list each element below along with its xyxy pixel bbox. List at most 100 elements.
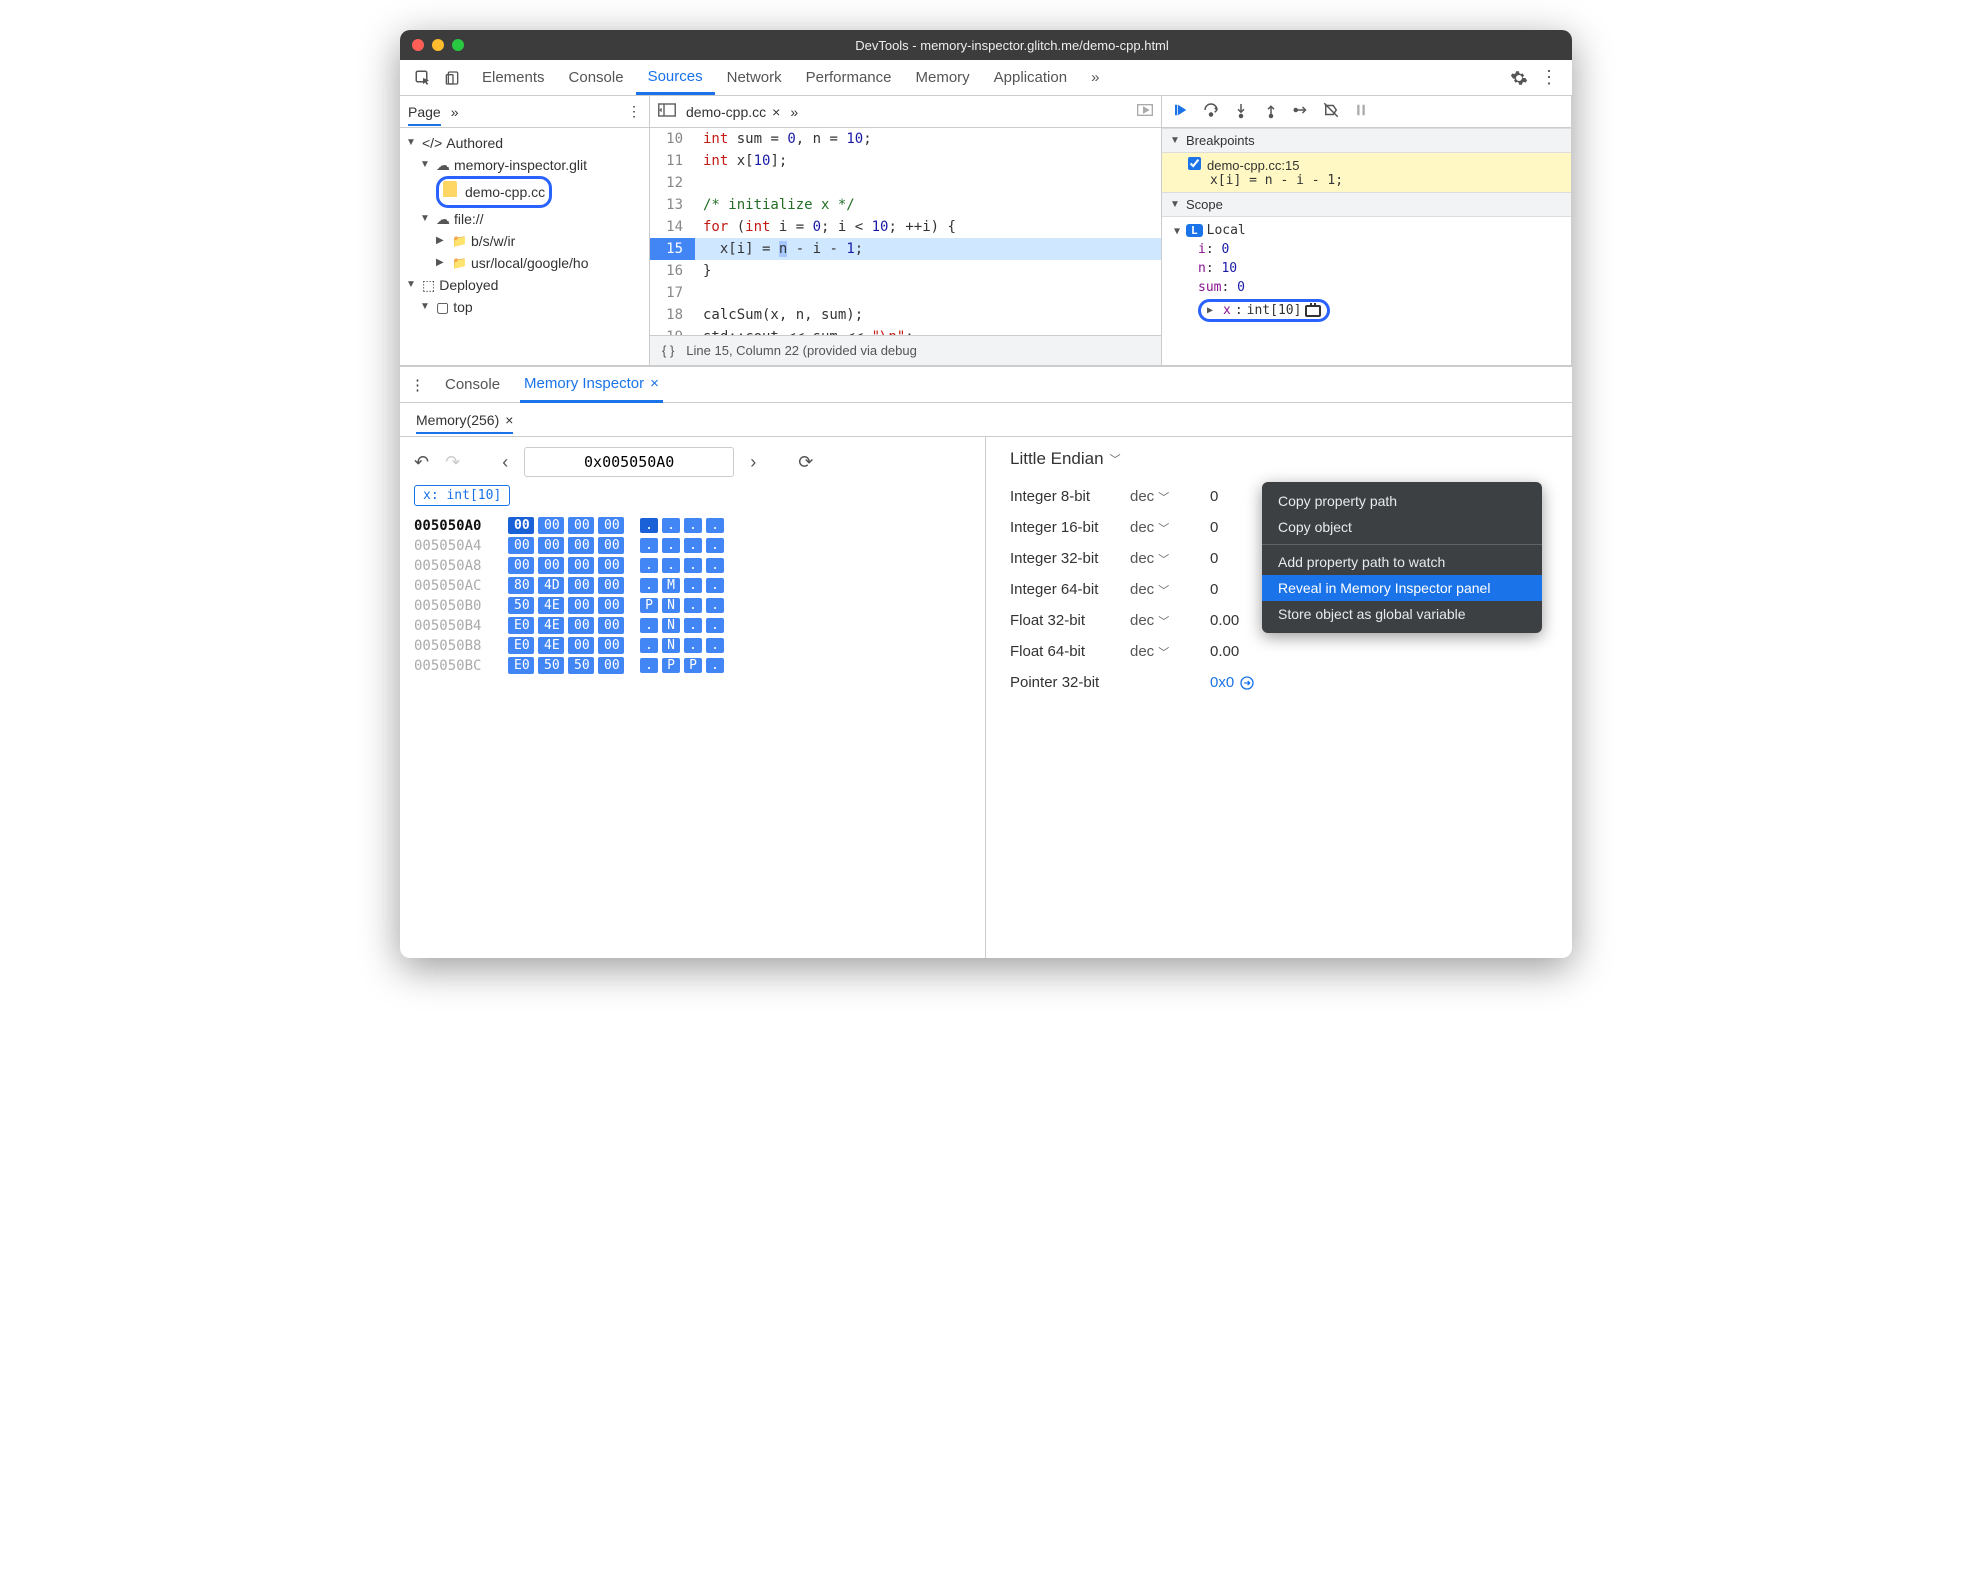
hex-byte[interactable]: 00	[508, 537, 534, 554]
tree-host[interactable]: ▼☁ memory-inspector.glit	[402, 154, 647, 176]
repr-mode-select[interactable]: dec ﹀	[1130, 488, 1210, 505]
repr-mode-select[interactable]: dec ﹀	[1130, 550, 1210, 567]
line-number[interactable]: 18	[650, 304, 695, 326]
hex-address[interactable]: 005050B4	[414, 618, 498, 634]
undo-icon[interactable]: ↶	[414, 452, 429, 473]
hex-byte[interactable]: 00	[508, 557, 534, 574]
hex-byte[interactable]: 00	[538, 557, 564, 574]
hex-byte[interactable]: 00	[598, 537, 624, 554]
hex-byte[interactable]: 00	[568, 577, 594, 594]
line-number[interactable]: 13	[650, 194, 695, 216]
code-line[interactable]: int x[10];	[695, 150, 1161, 172]
minimize-icon[interactable]	[432, 39, 444, 51]
tab-memory[interactable]: Memory	[904, 60, 982, 95]
nav-back-icon[interactable]	[658, 103, 676, 120]
code-line[interactable]: calcSum(x, n, sum);	[695, 304, 1161, 326]
hex-address[interactable]: 005050A0	[414, 518, 498, 534]
code-line[interactable]: }	[695, 260, 1161, 282]
next-page-icon[interactable]: ›	[750, 452, 756, 473]
tab-application[interactable]: Application	[982, 60, 1079, 95]
code-line[interactable]	[695, 282, 1161, 304]
hex-byte[interactable]: 4D	[538, 577, 564, 594]
console-tab[interactable]: Console	[441, 367, 504, 402]
kebab-icon[interactable]: ⋮	[1536, 65, 1562, 91]
repr-mode-select[interactable]: dec ﹀	[1130, 519, 1210, 536]
close-icon[interactable]	[412, 39, 424, 51]
hex-byte[interactable]: 00	[598, 557, 624, 574]
hex-address[interactable]: 005050AC	[414, 578, 498, 594]
tree-authored[interactable]: ▼</> Authored	[402, 132, 647, 154]
maximize-icon[interactable]	[452, 39, 464, 51]
pause-exceptions-icon[interactable]	[1352, 101, 1370, 122]
tab-performance[interactable]: Performance	[794, 60, 904, 95]
hex-byte[interactable]: 00	[598, 597, 624, 614]
tree-dir1[interactable]: ▶📁 b/s/w/ir	[402, 230, 647, 252]
context-menu-item[interactable]: Copy property path	[1262, 488, 1542, 514]
redo-icon[interactable]: ↷	[445, 452, 460, 473]
hex-byte[interactable]: 00	[598, 517, 624, 534]
hex-byte[interactable]: 00	[538, 517, 564, 534]
scope-var[interactable]: n: 10	[1162, 259, 1571, 278]
step-icon[interactable]	[1292, 101, 1310, 122]
hex-viewer[interactable]: 005050A000000000....005050A400000000....…	[414, 514, 971, 677]
hex-byte[interactable]: 50	[568, 657, 594, 674]
hex-byte[interactable]: 4E	[538, 637, 564, 654]
hex-byte[interactable]: 00	[568, 557, 594, 574]
breakpoint-item[interactable]: demo-cpp.cc:15 x[i] = n - i - 1;	[1162, 153, 1571, 192]
hex-address[interactable]: 005050A4	[414, 538, 498, 554]
hex-byte[interactable]: 00	[568, 597, 594, 614]
tab-sources[interactable]: Sources	[636, 60, 715, 95]
code-line[interactable]: std::cout << sum << "\n";	[695, 326, 1161, 335]
repr-mode-select[interactable]: dec ﹀	[1130, 612, 1210, 629]
hex-byte[interactable]: 50	[508, 597, 534, 614]
inspect-icon[interactable]	[410, 65, 436, 91]
line-number[interactable]: 16	[650, 260, 695, 282]
line-number[interactable]: 15	[650, 238, 695, 260]
tree-fileproto[interactable]: ▼☁ file://	[402, 208, 647, 230]
address-input[interactable]	[524, 447, 734, 477]
code-line[interactable]: /* initialize x */	[695, 194, 1161, 216]
hex-byte[interactable]: 00	[568, 537, 594, 554]
line-number[interactable]: 19	[650, 326, 695, 335]
hex-byte[interactable]: 00	[538, 537, 564, 554]
tree-dir2[interactable]: ▶📁 usr/local/google/ho	[402, 252, 647, 274]
scope-var[interactable]: i: 0	[1162, 240, 1571, 259]
step-into-icon[interactable]	[1232, 101, 1250, 122]
hex-byte[interactable]: 4E	[538, 597, 564, 614]
code-line[interactable]: x[i] = n - i - 1;	[695, 238, 1161, 260]
tab-elements[interactable]: Elements	[470, 60, 557, 95]
scope-var-x[interactable]: ▶x: int[10]	[1162, 297, 1571, 324]
tab-network[interactable]: Network	[715, 60, 794, 95]
breakpoint-checkbox[interactable]	[1188, 157, 1201, 170]
line-number[interactable]: 10	[650, 128, 695, 150]
scope-section[interactable]: ▼Scope	[1162, 192, 1571, 217]
resume-icon[interactable]	[1172, 101, 1190, 122]
hex-address[interactable]: 005050BC	[414, 658, 498, 674]
memory-chip-icon[interactable]	[1305, 305, 1321, 317]
tree-top[interactable]: ▼▢ top	[402, 296, 647, 318]
object-tag[interactable]: x: int[10]	[414, 485, 510, 506]
code-line[interactable]: int sum = 0, n = 10;	[695, 128, 1161, 150]
scope-var[interactable]: sum: 0	[1162, 278, 1571, 297]
run-snippet-icon[interactable]	[1137, 103, 1153, 120]
hex-byte[interactable]: 00	[568, 517, 594, 534]
tree-file-democpp[interactable]: demo-cpp.cc	[402, 176, 647, 208]
hex-byte[interactable]: 00	[598, 577, 624, 594]
context-menu-item[interactable]: Copy object	[1262, 514, 1542, 540]
more-tabs-icon[interactable]: »	[1083, 69, 1107, 86]
hex-byte[interactable]: 00	[568, 617, 594, 634]
scope-local[interactable]: ▼LLocal	[1162, 221, 1571, 240]
close-icon[interactable]: ×	[505, 412, 513, 428]
memory-inspector-tab[interactable]: Memory Inspector ×	[520, 368, 663, 403]
pretty-print-icon[interactable]: { }	[662, 343, 674, 358]
hex-byte[interactable]: 80	[508, 577, 534, 594]
line-number[interactable]: 11	[650, 150, 695, 172]
hex-address[interactable]: 005050B0	[414, 598, 498, 614]
refresh-icon[interactable]: ⟳	[798, 452, 813, 473]
kebab-icon[interactable]: ⋮	[627, 103, 641, 120]
close-icon[interactable]: ×	[772, 104, 780, 120]
repr-mode-select[interactable]: dec ﹀	[1130, 581, 1210, 598]
close-icon[interactable]: ×	[650, 375, 659, 392]
hex-byte[interactable]: 00	[508, 517, 534, 534]
hex-byte[interactable]: 50	[538, 657, 564, 674]
